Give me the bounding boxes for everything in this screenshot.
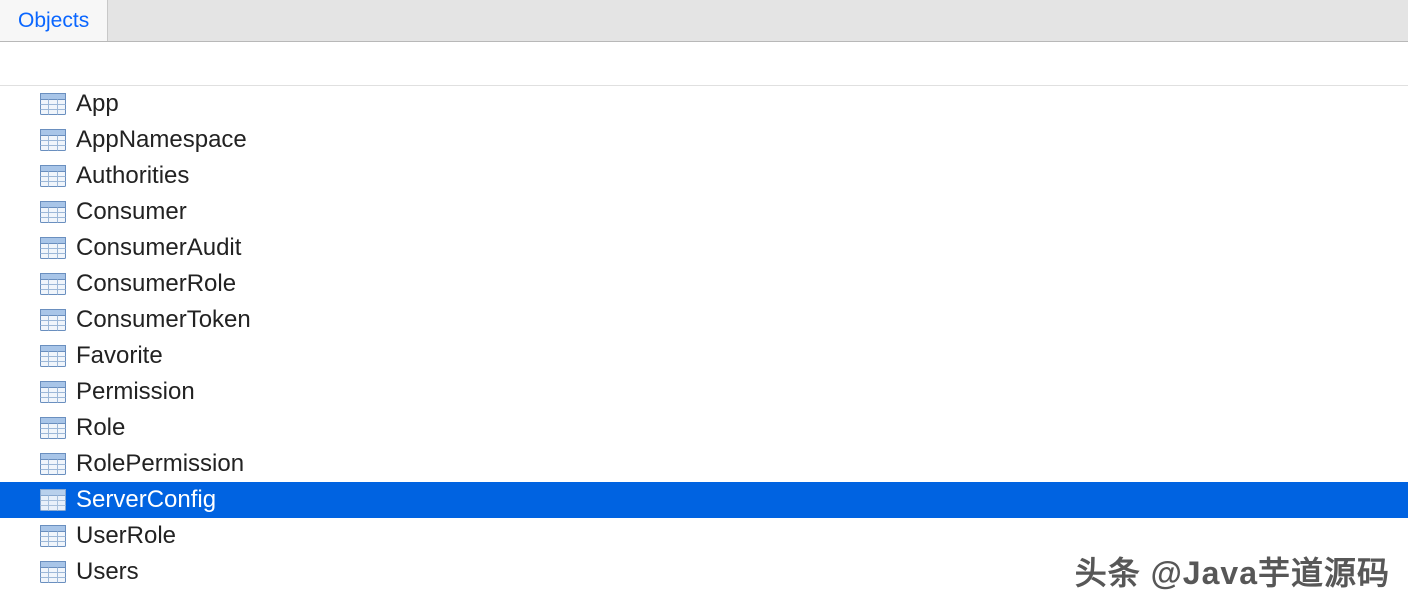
list-item[interactable]: UserRole (0, 518, 1408, 554)
list-item-label: ConsumerToken (76, 308, 251, 332)
list-item-label: ConsumerRole (76, 272, 236, 296)
list-item-label: ConsumerAudit (76, 236, 241, 260)
list-item[interactable]: ConsumerRole (0, 266, 1408, 302)
list-item[interactable]: App (0, 86, 1408, 122)
list-item-label: ServerConfig (76, 488, 216, 512)
list-item-label: Consumer (76, 200, 187, 224)
list-item-label: Authorities (76, 164, 189, 188)
tab-label: Objects (18, 9, 89, 33)
table-icon (40, 237, 66, 259)
list-item-label: AppNamespace (76, 128, 247, 152)
list-item-label: Favorite (76, 344, 163, 368)
list-item[interactable]: Authorities (0, 158, 1408, 194)
table-icon (40, 309, 66, 331)
list-item[interactable]: ServerConfig (0, 482, 1408, 518)
table-icon (40, 561, 66, 583)
list-item[interactable]: Favorite (0, 338, 1408, 374)
table-icon (40, 489, 66, 511)
table-icon (40, 165, 66, 187)
list-item[interactable]: RolePermission (0, 446, 1408, 482)
table-icon (40, 525, 66, 547)
list-item[interactable]: Users (0, 554, 1408, 590)
table-icon (40, 93, 66, 115)
table-icon (40, 453, 66, 475)
list-item[interactable]: Consumer (0, 194, 1408, 230)
table-icon (40, 417, 66, 439)
list-item-label: Role (76, 416, 125, 440)
table-icon (40, 381, 66, 403)
tab-bar: Objects (0, 0, 1408, 42)
table-icon (40, 273, 66, 295)
list-item[interactable]: Permission (0, 374, 1408, 410)
list-item-label: RolePermission (76, 452, 244, 476)
list-item[interactable]: ConsumerToken (0, 302, 1408, 338)
list-item-label: App (76, 92, 119, 116)
table-icon (40, 345, 66, 367)
list-item-label: Permission (76, 380, 195, 404)
object-list: App AppNamespace Authorities Consumer Co… (0, 86, 1408, 590)
list-item-label: UserRole (76, 524, 176, 548)
table-icon (40, 129, 66, 151)
list-item[interactable]: AppNamespace (0, 122, 1408, 158)
tab-objects[interactable]: Objects (0, 0, 108, 41)
list-item[interactable]: Role (0, 410, 1408, 446)
list-item[interactable]: ConsumerAudit (0, 230, 1408, 266)
list-item-label: Users (76, 560, 139, 584)
table-icon (40, 201, 66, 223)
toolbar-spacer (0, 42, 1408, 86)
